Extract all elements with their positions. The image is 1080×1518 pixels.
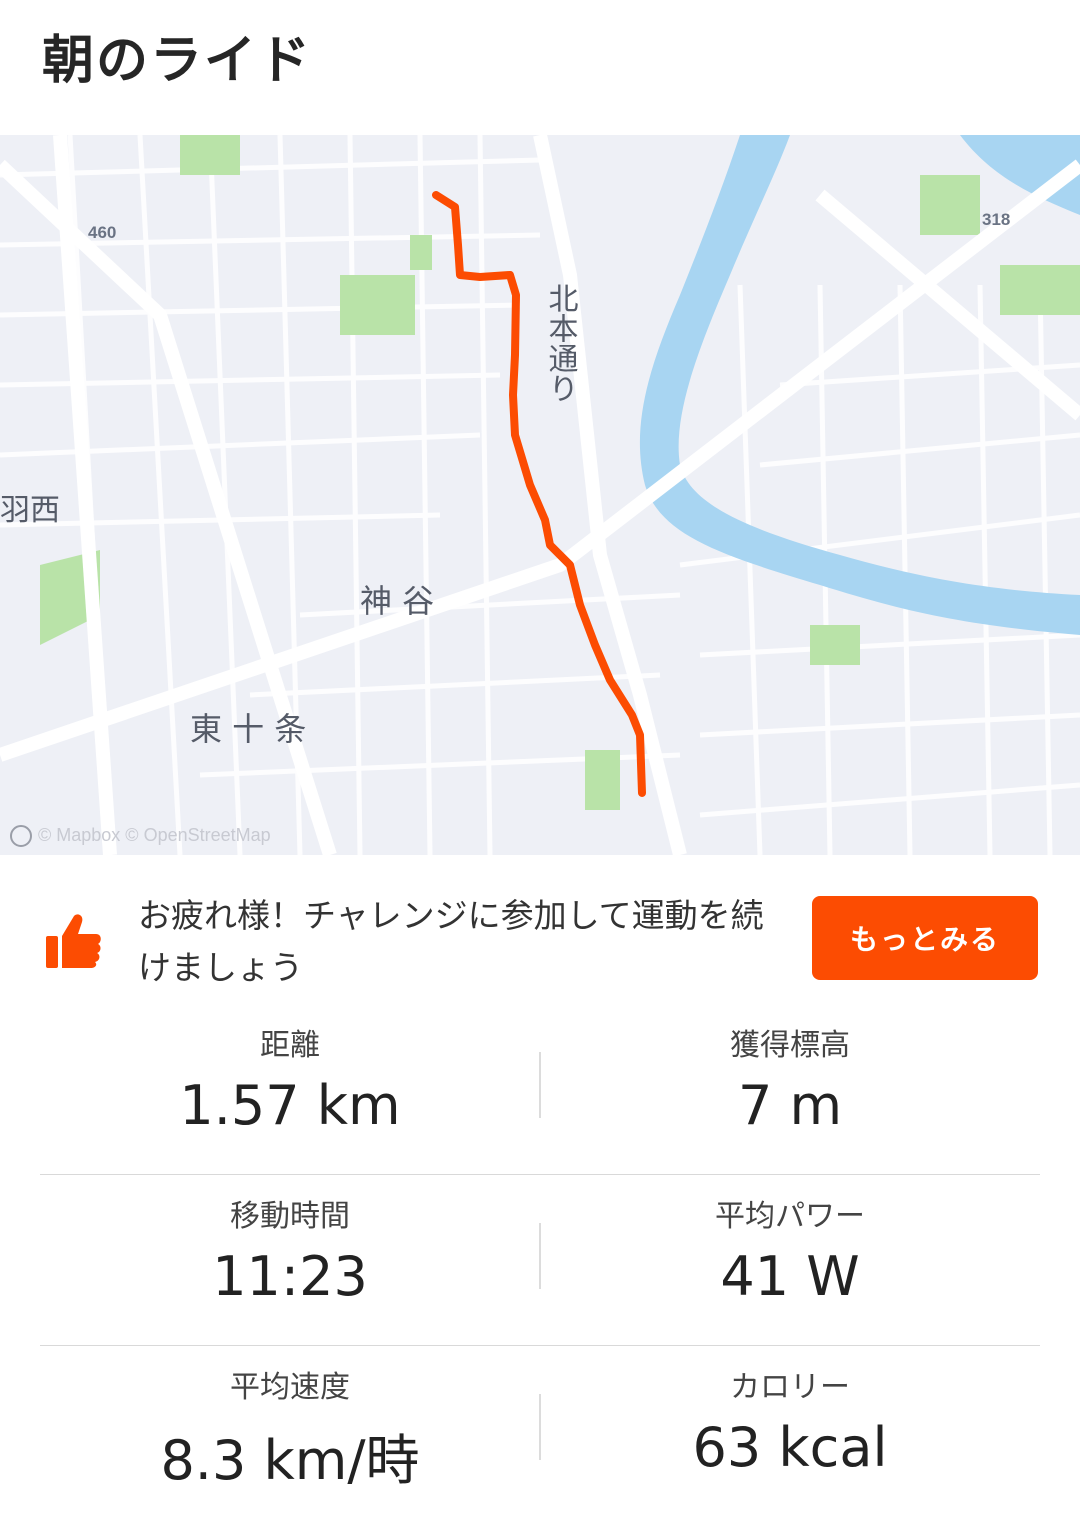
stat-label: 距離: [260, 1028, 320, 1063]
stat-avg-speed: 平均速度 8.3 km/時: [40, 1346, 540, 1516]
road-label: 北本通り: [543, 283, 578, 403]
stat-value: 63 kcal: [692, 1416, 888, 1479]
stat-value: 8.3 km/時: [160, 1429, 420, 1492]
stat-label: 移動時間: [230, 1199, 350, 1234]
stat-value: 41 W: [720, 1245, 860, 1308]
mapbox-logo-icon: [10, 825, 32, 848]
see-more-button[interactable]: もっとみる: [812, 896, 1038, 980]
stat-distance: 距離 1.57 km: [40, 1004, 540, 1174]
route-map[interactable]: 460 318 羽西 神 谷 東 十 条 北本通り © Mapbox © Ope…: [0, 135, 1080, 855]
stat-elevation-gain: 獲得標高 7 m: [540, 1004, 1040, 1174]
stat-row: 距離 1.57 km 獲得標高 7 m: [40, 1004, 1040, 1175]
map-attribution: © Mapbox © OpenStreetMap: [10, 825, 271, 848]
thumbs-up-icon: [46, 914, 101, 968]
kamiya-label: 神 谷: [360, 582, 434, 620]
street-grid: [0, 135, 1080, 855]
activity-stats: 距離 1.57 km 獲得標高 7 m 移動時間 11:23 平均パワー 41 …: [40, 1004, 1040, 1516]
challenge-message: お疲れ様！チャレンジに参加して運動を続けましょう: [138, 896, 764, 987]
route-460-label: 460: [88, 223, 116, 242]
map-canvas: 460 318 羽西 神 谷 東 十 条 北本通り: [0, 135, 1080, 855]
stat-row: 移動時間 11:23 平均パワー 41 W: [40, 1175, 1040, 1346]
stat-label: 平均速度: [230, 1370, 350, 1405]
stat-row: 平均速度 8.3 km/時 カロリー 63 kcal: [40, 1346, 1040, 1516]
stat-label: カロリー: [730, 1370, 850, 1405]
stat-calories: カロリー 63 kcal: [540, 1346, 1040, 1516]
stat-moving-time: 移動時間 11:23: [40, 1175, 540, 1345]
higashi-jujo-label: 東 十 条: [190, 710, 306, 748]
stat-value: 7 m: [737, 1074, 843, 1137]
activity-title: 朝のライド: [42, 31, 313, 91]
stat-value: 11:23: [212, 1245, 368, 1308]
stat-value: 1.57 km: [179, 1074, 401, 1137]
route-318-label: 318: [982, 210, 1010, 229]
stat-label: 獲得標高: [730, 1028, 850, 1063]
stat-label: 平均パワー: [715, 1199, 865, 1234]
activity-route: [432, 191, 646, 797]
nishi-label: 羽西: [0, 493, 60, 528]
stat-avg-power: 平均パワー 41 W: [540, 1175, 1040, 1345]
challenge-banner: お疲れ様！チャレンジに参加して運動を続けましょう もっとみる: [0, 870, 1080, 1000]
